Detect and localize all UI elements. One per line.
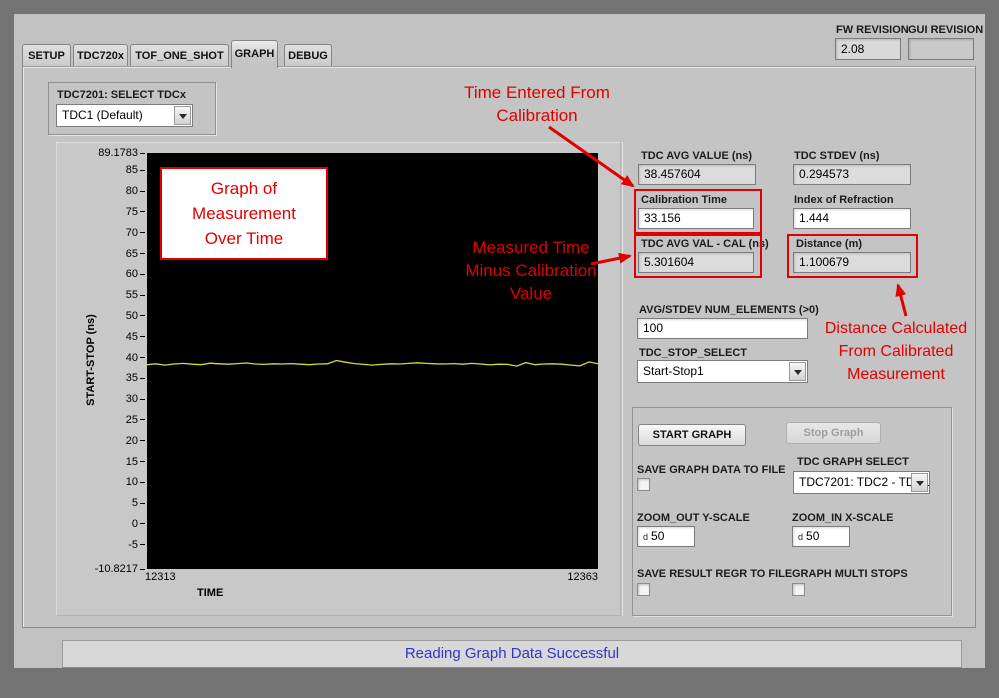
- index-refraction-input[interactable]: 1.444: [793, 208, 911, 229]
- panel-divider: [622, 142, 623, 616]
- tdc-avg-field: 38.457604: [638, 164, 756, 185]
- save-regr-checkbox[interactable]: [637, 583, 650, 596]
- y-tick: 70: [57, 226, 145, 240]
- num-elements-label: AVG/STDEV NUM_ELEMENTS (>0): [639, 304, 819, 316]
- save-graph-data-label: SAVE GRAPH DATA TO FILE: [637, 464, 786, 476]
- tdc-select-dropdown-button[interactable]: [174, 106, 191, 125]
- graph-select-dropdown[interactable]: TDC7201: TDC2 - TDC1: [793, 471, 930, 494]
- distance-calc-annotation: Distance Calculated From Calibrated Meas…: [812, 317, 980, 386]
- tdc-select-dropdown[interactable]: TDC1 (Default): [56, 104, 193, 127]
- multi-stops-checkbox[interactable]: [792, 583, 805, 596]
- index-refraction-label: Index of Refraction: [794, 194, 894, 206]
- y-tick: 0: [57, 517, 145, 531]
- y-tick: 15: [57, 455, 145, 469]
- tab-label: TOF_ONE_SHOT: [135, 50, 223, 62]
- y-tick: 55: [57, 288, 145, 302]
- y-tick: 60: [57, 267, 145, 281]
- tdc-select-value: TDC1 (Default): [57, 105, 192, 126]
- status-message: Reading Graph Data Successful: [405, 645, 619, 662]
- tab-setup[interactable]: SETUP: [22, 44, 71, 67]
- graph-select-value: TDC7201: TDC2 - TDC1: [794, 472, 929, 493]
- x-tick-max: 12363: [538, 571, 598, 583]
- graph-panel: START-STOP (ns) 89.178385807570656055504…: [56, 142, 621, 616]
- zoom-in-xscale-input[interactable]: d50: [792, 526, 850, 547]
- y-tick: -5: [57, 538, 145, 552]
- y-tick: 75: [57, 205, 145, 219]
- measured-minus-annotation: Measured Time Minus Calibration Value: [424, 236, 638, 305]
- stop-select-dropdown[interactable]: Start-Stop1: [637, 360, 808, 383]
- y-tick: 45: [57, 330, 145, 344]
- tab-tof-one-shot[interactable]: TOF_ONE_SHOT: [130, 44, 229, 67]
- status-bar: Reading Graph Data Successful: [62, 640, 962, 668]
- zoom-out-yscale-value: 50: [651, 529, 664, 543]
- x-tick-min: 12313: [145, 571, 176, 583]
- tab-label: GRAPH: [235, 48, 275, 60]
- zoom-in-xscale-value: 50: [806, 529, 819, 543]
- zoom-out-yscale-input[interactable]: d50: [637, 526, 695, 547]
- stop-graph-button: Stop Graph: [786, 422, 881, 444]
- tdc-stdev-label: TDC STDEV (ns): [794, 150, 880, 162]
- tab-graph[interactable]: GRAPH: [231, 40, 278, 68]
- tab-label: TDC720x: [77, 50, 124, 62]
- gui-revision-label: GUI REVISION: [908, 24, 983, 36]
- fw-revision-field: 2.08: [835, 38, 901, 60]
- graph-select-dropdown-button[interactable]: [911, 473, 928, 492]
- chevron-down-icon: [916, 481, 924, 490]
- time-entered-annotation: Time Entered From Calibration: [430, 81, 644, 127]
- y-tick: 25: [57, 413, 145, 427]
- tab-tdc720x[interactable]: TDC720x: [73, 44, 128, 67]
- y-tick: -10.8217: [57, 562, 145, 576]
- x-axis-label: TIME: [197, 587, 223, 599]
- stop-select-dropdown-button[interactable]: [789, 362, 806, 381]
- y-tick: 40: [57, 351, 145, 365]
- y-tick: 5: [57, 496, 145, 510]
- tdc-stdev-field: 0.294573: [793, 164, 911, 185]
- chevron-down-icon: [794, 370, 802, 379]
- save-regr-label: SAVE RESULT REGR TO FILE: [637, 568, 792, 580]
- y-tick: 85: [57, 163, 145, 177]
- distance-highlight-box: [787, 234, 918, 278]
- stop-select-value: Start-Stop1: [638, 361, 807, 382]
- tab-debug[interactable]: DEBUG: [284, 44, 332, 67]
- y-tick: 30: [57, 392, 145, 406]
- tab-label: SETUP: [28, 50, 65, 62]
- tab-label: DEBUG: [288, 50, 328, 62]
- y-tick: 65: [57, 247, 145, 261]
- y-tick: 20: [57, 434, 145, 448]
- y-tick: 10: [57, 475, 145, 489]
- tdc-select-label: TDC7201: SELECT TDCx: [57, 89, 186, 101]
- save-graph-data-checkbox[interactable]: [637, 478, 650, 491]
- radix-indicator: d: [798, 532, 803, 542]
- y-tick: 50: [57, 309, 145, 323]
- stop-select-label: TDC_STOP_SELECT: [639, 347, 747, 359]
- num-elements-input[interactable]: 100: [637, 318, 808, 339]
- start-graph-button[interactable]: START GRAPH: [638, 424, 746, 446]
- fw-revision-label: FW REVISION: [836, 24, 909, 36]
- tdc-avg-label: TDC AVG VALUE (ns): [641, 150, 752, 162]
- calibration-highlight-box: [634, 189, 762, 234]
- zoom-out-yscale-label: ZOOM_OUT Y-SCALE: [637, 512, 750, 524]
- waveform-line: [147, 361, 598, 367]
- graph-annotation-box: Graph of Measurement Over Time: [160, 167, 328, 260]
- graph-select-label: TDC GRAPH SELECT: [797, 456, 909, 468]
- gui-revision-field: [908, 38, 974, 60]
- multi-stops-label: GRAPH MULTI STOPS: [792, 568, 908, 580]
- chevron-down-icon: [179, 114, 187, 123]
- app-window: FW REVISION 2.08 GUI REVISION SETUP TDC7…: [0, 0, 999, 698]
- y-tick: 80: [57, 184, 145, 198]
- avg-minus-cal-highlight-box: [634, 234, 762, 278]
- y-tick: 35: [57, 371, 145, 385]
- y-tick: 89.1783: [57, 146, 145, 160]
- zoom-in-xscale-label: ZOOM_IN X-SCALE: [792, 512, 893, 524]
- radix-indicator: d: [643, 532, 648, 542]
